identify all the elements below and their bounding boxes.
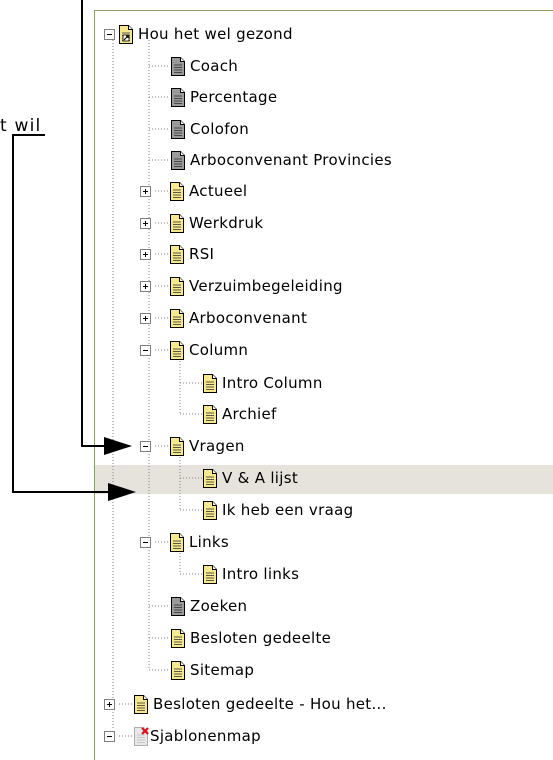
- collapse-toggle-icon[interactable]: [104, 28, 115, 40]
- yellow-document-icon: [170, 532, 184, 552]
- tree-item[interactable]: Arboconvenant Provincies: [170, 150, 392, 170]
- tree-item-label[interactable]: Besloten gedeelte: [190, 629, 331, 647]
- yellow-document-icon: [170, 308, 184, 328]
- tree-item-label[interactable]: Vragen: [189, 437, 245, 455]
- yellow-document-icon: [203, 468, 217, 488]
- tree-item-label[interactable]: Percentage: [190, 88, 277, 106]
- tree-item-label[interactable]: Actueel: [189, 182, 247, 200]
- tree-item-label[interactable]: Column: [189, 341, 248, 359]
- tree-subitem[interactable]: Intro Column: [202, 373, 323, 393]
- tree-item-label[interactable]: Besloten gedeelte - Hou het...: [153, 695, 387, 713]
- tree-item[interactable]: Arboconvenant: [140, 308, 307, 328]
- tree-item[interactable]: Links: [140, 532, 229, 552]
- yellow-document-icon: [203, 500, 217, 520]
- tree-item[interactable]: Werkdruk: [140, 213, 263, 233]
- tree-item[interactable]: Colofon: [170, 119, 249, 139]
- tree-item[interactable]: Sitemap: [170, 660, 254, 680]
- gray-document-icon: [171, 119, 185, 139]
- yellow-document-icon: [171, 628, 185, 648]
- tree-item[interactable]: Verzuimbegeleiding: [140, 276, 343, 296]
- selected-row-highlight: [95, 465, 553, 494]
- gray-document-icon: [171, 87, 185, 107]
- tree-item-label[interactable]: V & A lijst: [222, 469, 298, 487]
- yellow-document-icon: [170, 244, 184, 264]
- yellow-document-icon: [134, 694, 148, 714]
- tree-item[interactable]: Percentage: [170, 87, 277, 107]
- gray-document-icon: [171, 150, 185, 170]
- yellow-document-icon: [203, 404, 217, 424]
- expand-toggle-icon[interactable]: [140, 312, 151, 324]
- collapse-toggle-icon[interactable]: [140, 344, 151, 356]
- yellow-document-icon: [171, 660, 185, 680]
- yellow-document-icon: [170, 436, 184, 456]
- expand-toggle-icon[interactable]: [140, 217, 151, 229]
- tree-item[interactable]: Actueel: [140, 181, 247, 201]
- tree-item-root[interactable]: Hou het wel gezond: [104, 24, 293, 44]
- tree-item-label[interactable]: Arboconvenant Provincies: [190, 151, 392, 169]
- tree-item[interactable]: Column: [140, 340, 248, 360]
- expand-toggle-icon[interactable]: [140, 185, 151, 197]
- expand-toggle-icon[interactable]: [104, 698, 115, 710]
- yellow-document-icon: [170, 213, 184, 233]
- tree-subitem[interactable]: Archief: [202, 404, 277, 424]
- tree-subitem[interactable]: V & A lijst: [202, 468, 298, 488]
- tree-item-label[interactable]: Coach: [190, 57, 238, 75]
- tree-item-label[interactable]: Verzuimbegeleiding: [189, 277, 343, 295]
- tree-item[interactable]: Vragen: [140, 436, 245, 456]
- tree-item[interactable]: RSI: [140, 244, 214, 264]
- expand-toggle-icon[interactable]: [140, 248, 151, 260]
- collapse-toggle-icon[interactable]: [140, 440, 151, 452]
- tree-item-label[interactable]: Links: [189, 533, 229, 551]
- tree-item[interactable]: Sjablonenmap: [104, 726, 261, 746]
- tree-item[interactable]: Besloten gedeelte: [170, 628, 331, 648]
- gray-document-icon: [171, 56, 185, 76]
- gray-document-icon: [171, 596, 185, 616]
- yellow-document-icon: [203, 564, 217, 584]
- tree-item-label[interactable]: Sjablonenmap: [150, 727, 261, 745]
- expand-toggle-icon[interactable]: [140, 280, 151, 292]
- tree-item-label[interactable]: Archief: [222, 405, 277, 423]
- document-shortcut-icon: [119, 24, 133, 44]
- yellow-document-icon: [203, 373, 217, 393]
- tree-item-label[interactable]: Werkdruk: [189, 214, 263, 232]
- yellow-document-icon: [170, 181, 184, 201]
- tree-item-label[interactable]: Hou het wel gezond: [138, 25, 293, 43]
- yellow-document-icon: [170, 340, 184, 360]
- tree-subitem[interactable]: Intro links: [202, 564, 299, 584]
- tree-item-label[interactable]: RSI: [189, 245, 214, 263]
- tree-item-label[interactable]: Sitemap: [190, 661, 254, 679]
- tree-item-label[interactable]: Intro links: [222, 565, 299, 583]
- template-folder-icon: [134, 726, 149, 746]
- tree-item[interactable]: Besloten gedeelte - Hou het...: [104, 694, 387, 714]
- tree-item-label[interactable]: Arboconvenant: [189, 309, 307, 327]
- annotation-text: t wil: [0, 116, 42, 136]
- collapse-toggle-icon[interactable]: [140, 536, 151, 548]
- tree-item-label[interactable]: Intro Column: [222, 374, 323, 392]
- collapse-toggle-icon[interactable]: [104, 730, 115, 742]
- tree-item-label[interactable]: Colofon: [190, 120, 249, 138]
- tree-item-label[interactable]: Zoeken: [190, 597, 247, 615]
- tree-item-label[interactable]: Ik heb een vraag: [222, 501, 353, 519]
- yellow-document-icon: [170, 276, 184, 296]
- tree-subitem[interactable]: Ik heb een vraag: [202, 500, 353, 520]
- tree-item[interactable]: Coach: [170, 56, 238, 76]
- tree-item[interactable]: Zoeken: [170, 596, 247, 616]
